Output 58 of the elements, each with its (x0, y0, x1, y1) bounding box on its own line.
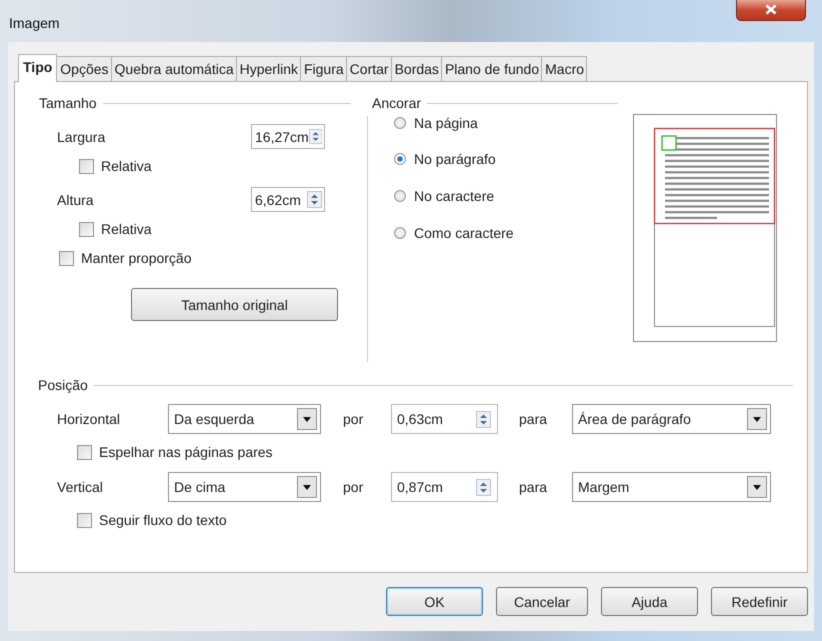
tab[interactable]: Plano de fundo (440, 56, 542, 81)
spinner-arrows-icon (308, 128, 322, 145)
section-title: Tamanho (39, 95, 98, 111)
checkbox[interactable] (79, 158, 94, 174)
tab[interactable]: Bordas (390, 56, 442, 81)
spinner-arrows-icon (307, 191, 322, 208)
spinner-arrows-icon (476, 478, 491, 496)
checkbox-label[interactable]: Seguir fluxo do texto (99, 512, 227, 528)
spin-field[interactable]: 0,63cm (391, 404, 498, 434)
checkbox[interactable] (59, 250, 74, 266)
tab[interactable]: Opções (56, 56, 112, 81)
checkbox-label[interactable]: Espelhar nas páginas pares (99, 444, 273, 460)
field-label: Largura (57, 128, 106, 144)
tab[interactable]: Hyperlink (236, 56, 301, 81)
checkbox-label[interactable]: Manter proporção (81, 250, 192, 266)
radio-button[interactable] (394, 152, 406, 164)
checkbox[interactable] (77, 444, 92, 460)
radio-label[interactable]: No caractere (414, 188, 494, 204)
tab[interactable]: Figura (300, 56, 347, 81)
checkbox-label[interactable]: Relativa (101, 158, 152, 174)
radio-button[interactable] (394, 226, 406, 238)
tab[interactable]: Cortar (346, 56, 392, 81)
field-label: Vertical (57, 479, 104, 495)
tab[interactable]: Tipo (18, 54, 58, 82)
field-label: para (519, 411, 548, 427)
window-title: Imagem (9, 15, 60, 31)
radio-label[interactable]: Como caractere (414, 224, 514, 240)
field-label: para (519, 479, 548, 495)
dialog-button[interactable]: Redefinir (711, 587, 808, 616)
dialog-button[interactable]: Ajuda (601, 587, 698, 616)
dropdown[interactable]: Margem (572, 472, 771, 502)
radio-button[interactable] (394, 117, 406, 129)
dropdown[interactable]: De cima (168, 472, 321, 502)
close-icon (765, 4, 777, 15)
section-title: Posição (38, 377, 89, 393)
checkbox-label[interactable]: Relativa (101, 221, 152, 237)
spin-field[interactable]: 0,87cm (391, 472, 498, 502)
spin-field[interactable]: 6,62cm (251, 187, 325, 212)
tab[interactable]: Macro (541, 56, 588, 81)
field-label: por (343, 479, 364, 495)
dropdown[interactable]: Da esquerda (168, 404, 321, 434)
close-button[interactable] (736, 0, 806, 20)
checkbox[interactable] (79, 222, 94, 236)
spinner-arrows-icon (476, 410, 491, 428)
dropdown[interactable]: Área de parágrafo (572, 404, 771, 434)
dialog-button[interactable]: OK (386, 587, 483, 616)
field-label: Horizontal (57, 411, 122, 427)
checkbox[interactable] (77, 512, 92, 528)
radio-button[interactable] (394, 190, 406, 202)
tab[interactable]: Quebra automática (110, 56, 237, 81)
radio-label[interactable]: Na página (414, 115, 478, 131)
field-label: Altura (57, 192, 94, 208)
field-label: por (343, 411, 364, 427)
radio-label[interactable]: No parágrafo (414, 150, 496, 166)
spin-field[interactable]: 16,27cm (251, 124, 325, 149)
section-title: Ancorar (372, 95, 422, 111)
dialog-button[interactable]: Cancelar (496, 587, 588, 616)
original-size-button[interactable]: Tamanho original (131, 288, 338, 321)
